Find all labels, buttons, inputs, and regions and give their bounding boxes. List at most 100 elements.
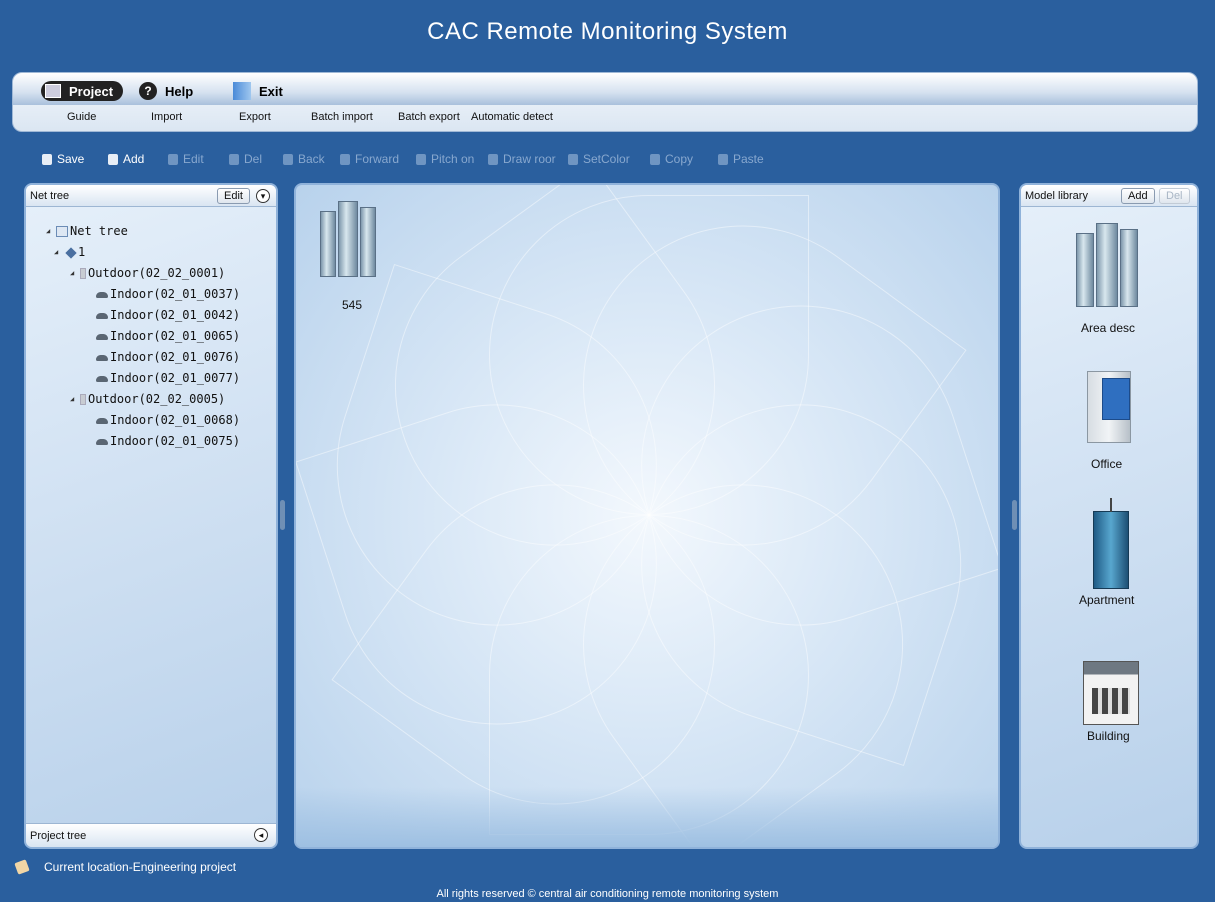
apartment-icon[interactable] (1093, 498, 1129, 589)
edit-label: Edit (183, 152, 204, 166)
menu-exit[interactable]: Exit (233, 81, 283, 101)
submenu-automatic-detect[interactable]: Automatic detect (471, 111, 553, 127)
indoor-unit-icon (96, 354, 108, 361)
copyright: All rights reserved © central air condit… (436, 888, 779, 900)
tree-node-indoor[interactable]: Indoor(02_01_0042) (46, 305, 240, 326)
save-label: Save (57, 152, 85, 166)
tower-shape (1120, 229, 1138, 307)
current-location: Current location-Engineering project (44, 860, 237, 874)
draw-roof-label: Draw roor (503, 152, 556, 166)
left-splitter-handle[interactable] (280, 500, 285, 530)
forward-button[interactable]: Forward (340, 151, 399, 167)
back-label: Back (298, 152, 325, 166)
model-library-title: Model library (1025, 190, 1088, 202)
exit-icon (233, 82, 251, 100)
tree-label: 1 (78, 245, 86, 259)
copy-button[interactable]: Copy (650, 151, 693, 167)
forward-label: Forward (355, 152, 400, 166)
model-library-add-button[interactable]: Add (1121, 188, 1155, 204)
background-swirl (296, 185, 998, 847)
submenu-export[interactable]: Export (239, 111, 271, 127)
expand-toggle-icon[interactable]: ◢ (46, 221, 56, 242)
pitch-on-label: Pitch on (431, 152, 475, 166)
model-library-header: Model library Add Del (1021, 185, 1197, 207)
canvas-bottom-shade (296, 787, 998, 847)
indoor-unit-icon (96, 417, 108, 424)
expand-toggle-icon[interactable]: ◢ (70, 263, 80, 284)
tower-shape (320, 211, 336, 277)
model-library-del-button[interactable]: Del (1159, 188, 1190, 204)
tree-node-root[interactable]: ◢ Net tree (46, 221, 240, 242)
submenu-guide[interactable]: Guide (67, 111, 96, 127)
project-icon (45, 84, 61, 98)
submenu-batch-import[interactable]: Batch import (311, 111, 373, 127)
tower-shape (338, 201, 358, 277)
tree-node-outdoor[interactable]: ◢ Outdoor(02_02_0005) (46, 389, 240, 410)
design-canvas[interactable]: 545 (294, 183, 1000, 849)
menu-bar: Project ? Help Exit Guide Import Export … (12, 72, 1198, 132)
expand-toggle-icon[interactable]: ◢ (54, 242, 64, 263)
net-tree-icon (56, 226, 68, 237)
paste-button[interactable]: Paste (718, 151, 764, 167)
outdoor-unit-icon (80, 268, 86, 279)
delete-button[interactable]: Del (229, 151, 262, 167)
tree-node-indoor[interactable]: Indoor(02_01_0065) (46, 326, 240, 347)
net-tree-edit-button[interactable]: Edit (217, 188, 250, 204)
set-color-button[interactable]: SetColor (568, 151, 630, 167)
area-building-icon[interactable] (320, 201, 376, 277)
menu-project-label: Project (69, 83, 114, 99)
right-splitter-handle[interactable] (1012, 500, 1017, 530)
back-icon (283, 153, 293, 165)
tree-label: Indoor(02_01_0077) (110, 371, 241, 385)
pitch-on-button[interactable]: Pitch on (416, 151, 474, 167)
area-desc-icon[interactable] (1076, 223, 1138, 307)
back-button[interactable]: Back (283, 151, 325, 167)
project-tree-bar[interactable]: Project tree ◂ (26, 823, 276, 847)
submenu-batch-export[interactable]: Batch export (398, 111, 460, 127)
tree-node-1[interactable]: ◢ 1 (46, 242, 240, 263)
model-library-panel: Model library Add Del Area desc Office A… (1019, 183, 1199, 849)
model-label-apartment: Apartment (1079, 593, 1135, 607)
expand-toggle-icon[interactable]: ◢ (70, 389, 80, 410)
edit-icon (168, 153, 178, 165)
delete-label: Del (244, 152, 263, 166)
draw-roof-button[interactable]: Draw roor (488, 151, 556, 167)
collapse-panel-icon[interactable]: ▾ (256, 189, 270, 203)
add-icon (108, 153, 118, 165)
menu-help[interactable]: ? Help (139, 81, 193, 101)
set-color-icon (568, 153, 578, 165)
tree-node-outdoor[interactable]: ◢ Outdoor(02_02_0001) (46, 263, 240, 284)
save-button[interactable]: Save (42, 151, 84, 167)
office-icon[interactable] (1087, 371, 1131, 443)
location-bar: Current location-Engineering project (14, 859, 237, 875)
tree-node-indoor[interactable]: Indoor(02_01_0076) (46, 347, 240, 368)
edit-button[interactable]: Edit (168, 151, 204, 167)
indoor-unit-icon (96, 375, 108, 382)
forward-icon (340, 153, 350, 165)
paste-label: Paste (733, 152, 764, 166)
submenu-import[interactable]: Import (151, 111, 182, 127)
location-icon (14, 859, 30, 875)
project-tree-label: Project tree (30, 830, 87, 842)
menu-project[interactable]: Project (41, 81, 124, 101)
copy-label: Copy (665, 152, 694, 166)
set-color-label: SetColor (583, 152, 630, 166)
building-icon[interactable] (1083, 661, 1139, 725)
tree-label: Net tree (70, 224, 128, 238)
tree-node-indoor[interactable]: Indoor(02_01_0077) (46, 368, 240, 389)
net-tree-header: Net tree Edit ▾ (26, 185, 276, 207)
add-button[interactable]: Add (108, 151, 144, 167)
copy-icon (650, 153, 660, 165)
canvas-item-label: 545 (342, 298, 363, 312)
paste-icon (718, 153, 728, 165)
tower-shape (1076, 233, 1094, 307)
menu-help-label: Help (165, 83, 194, 99)
tree-node-indoor[interactable]: Indoor(02_01_0037) (46, 284, 240, 305)
tree-node-indoor[interactable]: Indoor(02_01_0075) (46, 431, 240, 452)
tree-label: Indoor(02_01_0065) (110, 329, 241, 343)
pointer-icon (416, 153, 426, 165)
tree-label: Indoor(02_01_0068) (110, 413, 241, 427)
expand-project-tree-icon[interactable]: ◂ (254, 828, 268, 842)
tree-label: Indoor(02_01_0076) (110, 350, 241, 364)
tree-node-indoor[interactable]: Indoor(02_01_0068) (46, 410, 240, 431)
